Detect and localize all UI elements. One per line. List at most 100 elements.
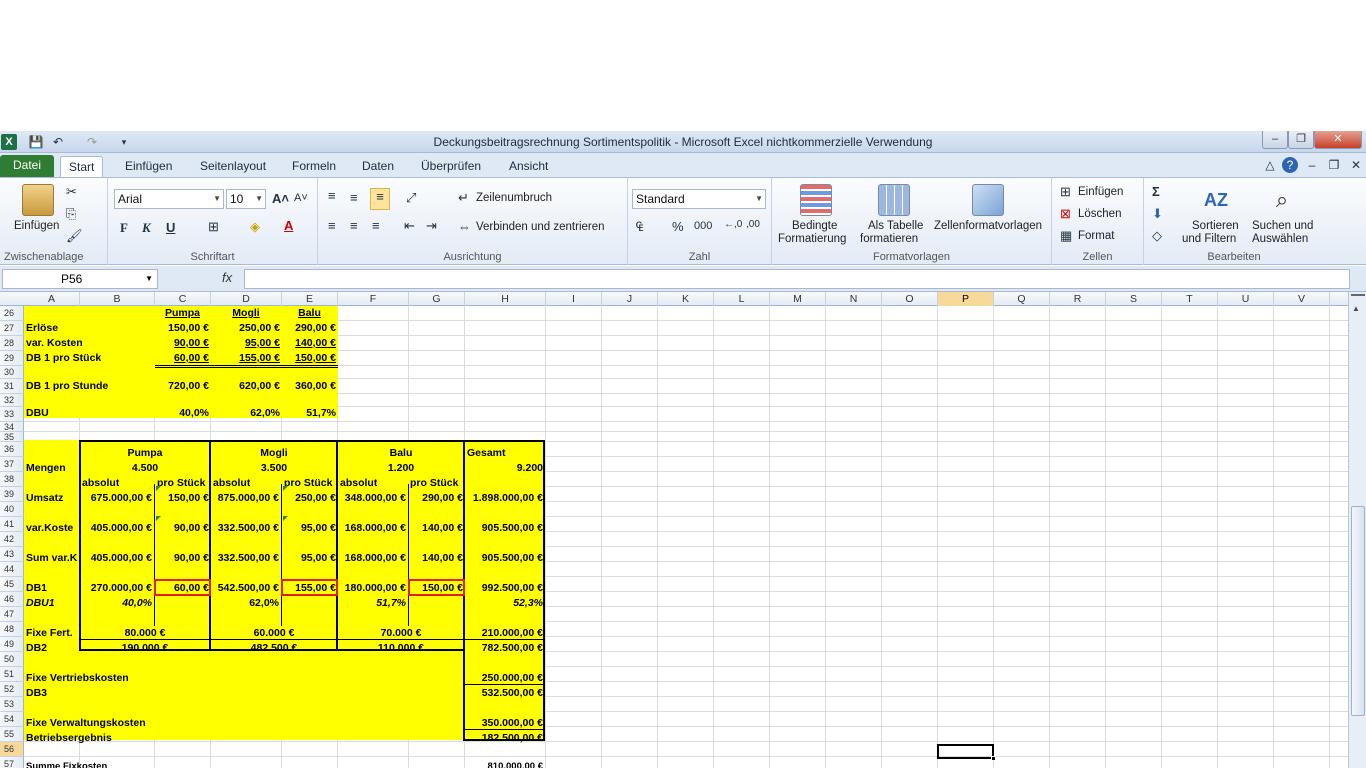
cut-icon[interactable]: ✂	[66, 184, 77, 200]
workbook-restore-icon[interactable]: ❐	[1326, 157, 1342, 173]
row-header-40[interactable]: 40	[0, 502, 24, 517]
cell-a39[interactable]: Umsatz	[26, 491, 80, 505]
cell-h39[interactable]: 1.898.000,00 €	[466, 491, 543, 505]
vertical-scrollbar[interactable]: ▲	[1348, 292, 1366, 768]
row-header-31[interactable]: 31	[0, 379, 24, 394]
cell-e31[interactable]: 360,00 €	[282, 379, 336, 393]
cell-c41[interactable]: 90,00 €	[155, 521, 209, 535]
cell-a54[interactable]: Fixe Verwaltungskosten	[26, 716, 146, 730]
row-header-35[interactable]: 35	[0, 432, 24, 442]
row-header-33[interactable]: 33	[0, 407, 24, 422]
cell-a55[interactable]: Betriebsergebnis	[26, 731, 112, 745]
cell-c27[interactable]: 150,00 €	[155, 321, 209, 335]
cell-h37[interactable]: 9.200	[466, 461, 543, 475]
column-header-A[interactable]: A	[24, 292, 80, 306]
cell-f43[interactable]: 168.000,00 €	[338, 551, 406, 565]
orientation-icon[interactable]: ⤢	[406, 190, 416, 206]
cell-a48[interactable]: Fixe Fert.	[26, 626, 80, 640]
underline-button[interactable]: U	[166, 220, 175, 235]
column-header-Q[interactable]: Q	[994, 292, 1050, 306]
fill-icon[interactable]: ⬇	[1152, 206, 1163, 222]
cell-styles-icon[interactable]	[972, 184, 1004, 216]
help-icon[interactable]: ?	[1282, 157, 1298, 173]
cell-g43[interactable]: 140,00 €	[409, 551, 463, 565]
tab-formulas[interactable]: Formeln	[284, 156, 344, 177]
column-header-P[interactable]: P	[938, 292, 994, 306]
cell-b41[interactable]: 405.000,00 €	[80, 521, 152, 535]
copy-icon[interactable]: ⎘	[66, 206, 76, 222]
cell-d27[interactable]: 250,00 €	[211, 321, 280, 335]
row-header-30[interactable]: 30	[0, 366, 24, 379]
row-header-49[interactable]: 49	[0, 637, 24, 652]
column-header-R[interactable]: R	[1050, 292, 1106, 306]
bold-button[interactable]: F	[120, 220, 128, 236]
font-name-select[interactable]: Arial ▼	[114, 189, 224, 209]
split-box[interactable]	[1351, 294, 1365, 302]
cell-fg36[interactable]: Balu	[338, 446, 464, 460]
row-header-37[interactable]: 37	[0, 457, 24, 472]
cell-d26[interactable]: Mogli	[211, 306, 281, 320]
cell-a46[interactable]: DBU1	[26, 596, 55, 610]
cell-g41[interactable]: 140,00 €	[409, 521, 463, 535]
row-header-36[interactable]: 36	[0, 442, 24, 457]
workbook-minimize-icon[interactable]: –	[1304, 157, 1320, 173]
cell-d38[interactable]: absolut	[213, 476, 250, 490]
insert-function-button[interactable]: fx	[222, 270, 232, 285]
decrease-decimal-icon[interactable]: ,00	[746, 219, 760, 230]
merge-center-button[interactable]: Verbinden und zentrieren	[476, 221, 605, 233]
column-header-M[interactable]: M	[770, 292, 826, 306]
cell-g38[interactable]: pro Stück	[410, 476, 464, 490]
row-header-52[interactable]: 52	[0, 682, 24, 697]
column-header-U[interactable]: U	[1218, 292, 1274, 306]
number-format-select[interactable]: Standard ▼	[632, 189, 766, 209]
cell-e28[interactable]: 140,00 €	[282, 336, 336, 350]
cell-b46[interactable]: 40,0%	[80, 596, 152, 610]
sort-filter-button-2[interactable]: und Filtern	[1182, 233, 1236, 245]
row-header-50[interactable]: 50	[0, 652, 24, 667]
increase-decimal-icon[interactable]: ←,0	[724, 219, 742, 230]
cell-h51[interactable]: 250.000,00 €	[466, 671, 543, 685]
row-header-55[interactable]: 55	[0, 727, 24, 742]
cell-h43[interactable]: 905.500,00 €	[466, 551, 543, 565]
cell-bc48[interactable]: 80.000 €	[80, 626, 210, 640]
autosum-button[interactable]: Σ	[1152, 184, 1160, 199]
cell-h49[interactable]: 782.500,00 €	[466, 641, 543, 655]
delete-cells-button[interactable]: Löschen	[1078, 208, 1121, 220]
row-header-53[interactable]: 53	[0, 697, 24, 712]
increase-indent-icon[interactable]: ⇥	[426, 218, 437, 234]
cell-h52[interactable]: 532.500,00 €	[466, 686, 543, 700]
cell-e38[interactable]: pro Stück	[284, 476, 338, 490]
cell-d39[interactable]: 875.000,00 €	[211, 491, 279, 505]
fill-color-icon[interactable]: ◈	[250, 219, 260, 235]
cell-f45[interactable]: 180.000,00 €	[338, 581, 406, 595]
conditional-formatting-button-1[interactable]: Bedingte	[792, 220, 837, 232]
worksheet-grid[interactable]: ABCDEFGHIJKLMNOPQRSTUV 26 27 28 29 30 31 32 33 3…	[0, 292, 1348, 768]
cell-d28[interactable]: 95,00 €	[211, 336, 280, 350]
align-bottom-icon[interactable]: ≡	[370, 188, 390, 210]
sort-filter-button-1[interactable]: Sortieren	[1192, 220, 1239, 232]
sort-filter-icon[interactable]: AZ	[1200, 184, 1232, 216]
row-header-46[interactable]: 46	[0, 592, 24, 607]
cell-a28[interactable]: var. Kosten	[26, 336, 83, 350]
cell-e33[interactable]: 51,7%	[282, 406, 336, 420]
cell-a52[interactable]: DB3	[26, 686, 47, 700]
format-cells-button[interactable]: Format	[1078, 230, 1114, 242]
cell-a43[interactable]: Sum var.K	[26, 551, 80, 565]
wrap-text-button[interactable]: Zeilenumbruch	[476, 192, 552, 204]
minimize-button[interactable]: –	[1262, 131, 1288, 149]
font-size-select[interactable]: 10 ▼	[226, 189, 266, 209]
cell-styles-button[interactable]: Zellenformatvorlagen	[934, 220, 1042, 232]
cell-d29[interactable]: 155,00 €	[211, 351, 280, 365]
row-header-54[interactable]: 54	[0, 712, 24, 727]
align-right-icon[interactable]: ≡	[372, 218, 380, 233]
cell-fg48[interactable]: 70.000 €	[338, 626, 464, 640]
align-left-icon[interactable]: ≡	[328, 218, 336, 233]
scroll-thumb[interactable]	[1351, 506, 1365, 716]
cell-bc37[interactable]: 4.500	[80, 461, 210, 475]
cell-de49[interactable]: 482.500 €	[211, 641, 337, 655]
close-button[interactable]: ✕	[1314, 131, 1362, 149]
tab-start[interactable]: Start	[60, 156, 104, 177]
insert-cells-icon[interactable]: ⊞	[1060, 184, 1071, 200]
cell-h48[interactable]: 210.000,00 €	[466, 626, 543, 640]
format-cells-icon[interactable]: ▦	[1060, 228, 1072, 244]
